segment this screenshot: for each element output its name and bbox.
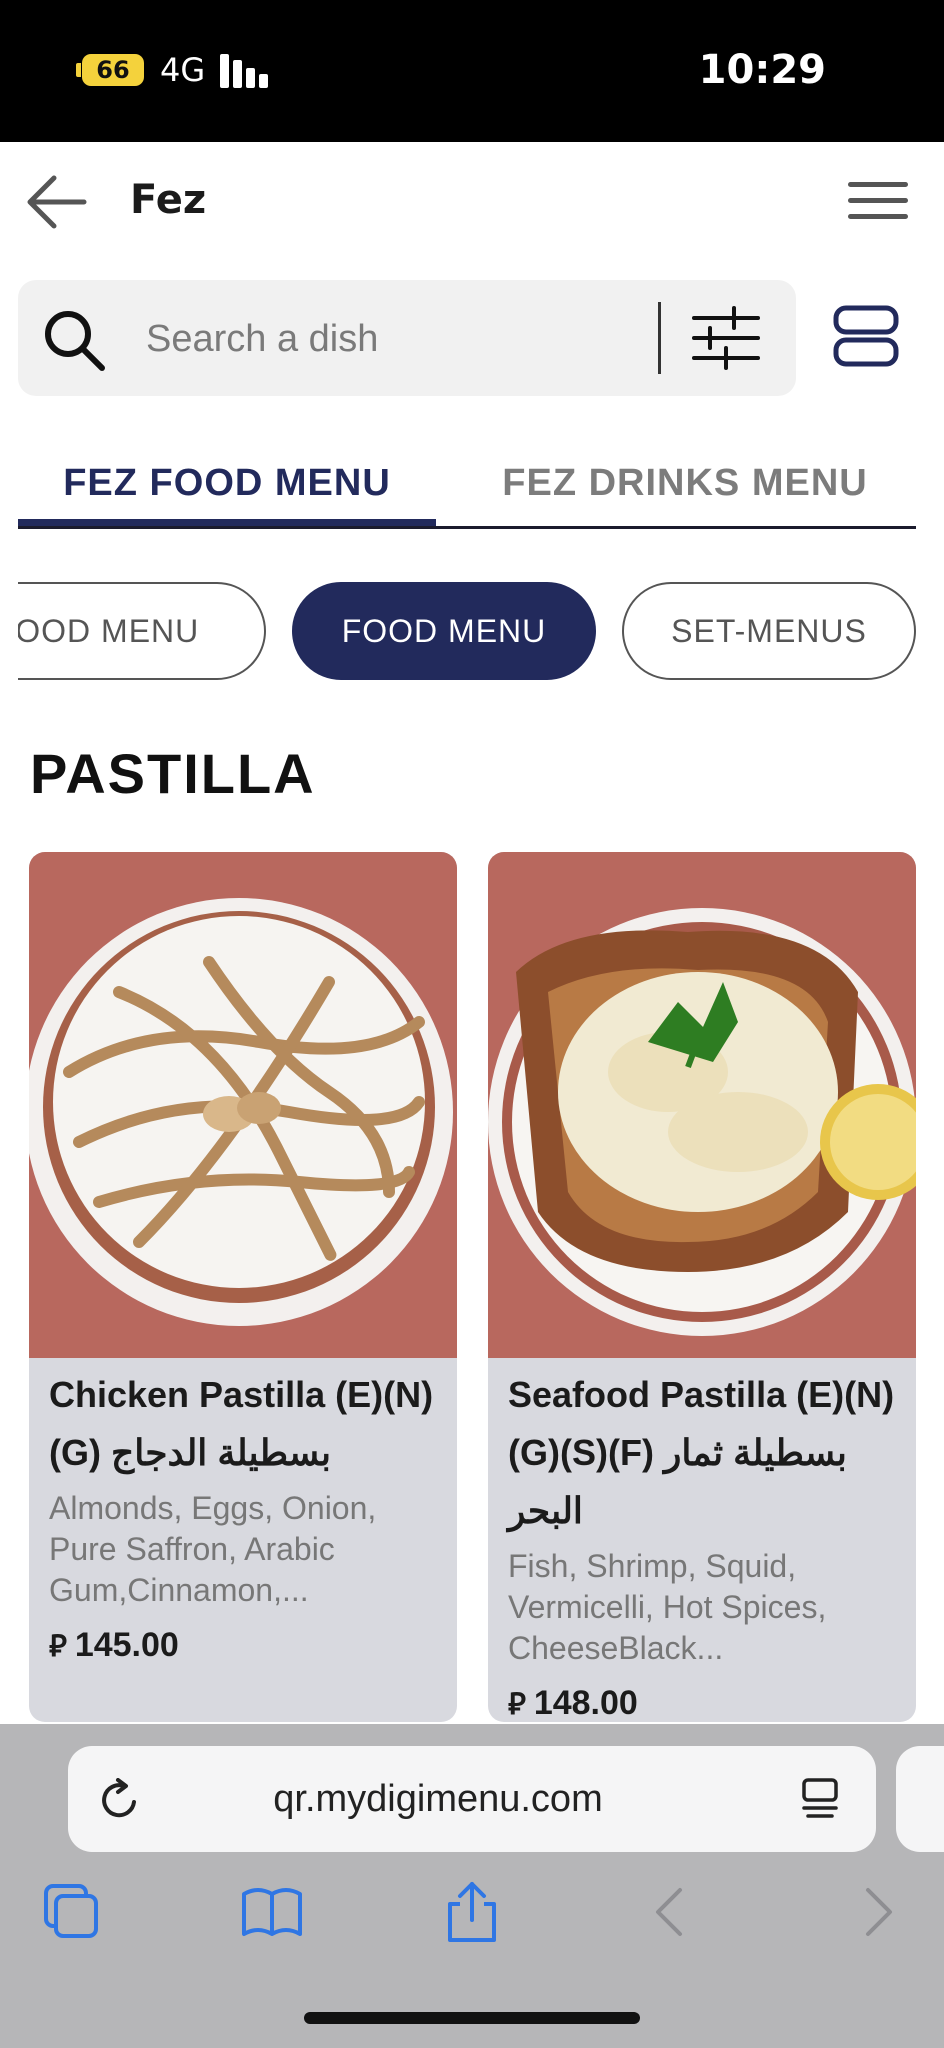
currency-icon: ⃁ [49,1630,67,1663]
dish-price-row: ⃁ 145.00 [49,1621,445,1671]
header: Fez [0,142,944,260]
category-pills: FOOD MENU FOOD MENU SET-MENUS [18,580,944,686]
search-bar [18,280,796,396]
browser-toolbar: qr.mydigimenu.com [0,1724,944,2048]
back-icon[interactable] [640,1880,704,1944]
reader-icon[interactable] [800,1776,840,1822]
dish-price: 145.00 [74,1626,179,1664]
category-pill[interactable]: FOOD MENU [18,582,266,680]
tabs-icon[interactable] [40,1880,104,1944]
dish-card[interactable]: Seafood Pastilla (E)(N)(G)(S)(F) بسطيلة … [488,852,916,1722]
dish-name: Chicken Pastilla (E)(N)(G) بسطيلة الدجاج [49,1374,434,1473]
reload-icon[interactable] [98,1778,142,1822]
share-icon[interactable] [440,1880,504,1944]
next-tab-address-bar[interactable] [896,1746,944,1852]
dish-description: Almonds, Eggs, Onion, Pure Saffron, Arab… [49,1490,377,1608]
clock: 10:29 [698,47,826,93]
status-bar: 66 4G 10:29 [0,0,944,142]
address-bar[interactable]: qr.mydigimenu.com [68,1746,876,1852]
search-input[interactable] [144,308,648,370]
search-icon [45,311,105,371]
dish-image [29,852,457,1358]
section-title: PASTILLA [30,742,316,805]
currency-icon: ⃁ [508,1688,526,1721]
dish-price: 148.00 [533,1684,638,1722]
dish-price-row: ⃁ 148.00 [508,1679,904,1722]
url-text: qr.mydigimenu.com [273,1778,603,1820]
tab-fez-drinks-menu[interactable]: FEZ DRINKS MENU [454,450,916,526]
dish-info: Chicken Pastilla (E)(N)(G) بسطيلة الدجاج… [49,1366,445,1671]
forward-icon[interactable] [844,1880,908,1944]
tab-fez-food-menu[interactable]: FEZ FOOD MENU [18,450,436,526]
battery-cap [76,63,81,77]
network-type: 4G [160,51,206,89]
hamburger-menu-icon[interactable] [848,178,908,224]
back-arrow-icon[interactable] [26,172,88,232]
dish-image [488,852,916,1358]
dish-description: Fish, Shrimp, Squid, Vermicelli, Hot Spi… [508,1548,827,1666]
bookmarks-icon[interactable] [240,1880,304,1944]
search-divider [658,302,661,374]
filter-sliders-icon[interactable] [688,302,764,374]
signal-icon [220,52,272,88]
dish-card[interactable]: Chicken Pastilla (E)(N)(G) بسطيلة الدجاج… [29,852,457,1722]
menu-tabs: FEZ FOOD MENU FEZ DRINKS MENU [18,450,916,529]
dish-name: Seafood Pastilla (E)(N)(G)(S)(F) بسطيلة … [508,1374,895,1531]
category-pill-active[interactable]: FOOD MENU [292,582,596,680]
home-indicator[interactable] [304,2012,640,2024]
page-title: Fez [130,177,207,223]
layout-toggle-icon[interactable] [830,300,902,372]
battery-indicator: 66 [82,54,144,86]
dish-info: Seafood Pastilla (E)(N)(G)(S)(F) بسطيلة … [508,1366,904,1722]
category-pill[interactable]: SET-MENUS [622,582,916,680]
